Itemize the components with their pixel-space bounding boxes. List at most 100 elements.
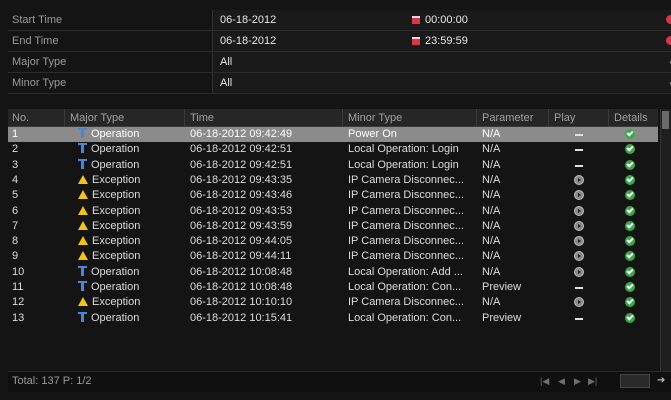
details-check-icon[interactable] bbox=[625, 266, 635, 277]
table-row[interactable]: 1 Operation 06-18-2012 09:42:49 Power On N/A bbox=[8, 127, 658, 142]
column-header-no[interactable]: No. bbox=[12, 112, 29, 124]
time-cell: 06-18-2012 09:42:49 bbox=[190, 128, 293, 140]
minor-type-cell: IP Camera Disconnec... bbox=[348, 189, 464, 202]
play-icon[interactable] bbox=[574, 251, 584, 262]
table-row[interactable]: 8 Exception 06-18-2012 09:44:05 IP Camera D… bbox=[8, 234, 658, 249]
column-header-time[interactable]: Time bbox=[190, 112, 214, 124]
search-filter-form: Start Time 06-18-2012 00:00:00 End Time … bbox=[8, 10, 671, 94]
clock-icon[interactable] bbox=[666, 36, 671, 45]
end-time-value[interactable]: 23:59:59 bbox=[425, 35, 468, 47]
column-header-play[interactable]: Play bbox=[554, 112, 575, 124]
details-check-icon[interactable] bbox=[625, 190, 635, 201]
play-icon[interactable] bbox=[574, 220, 584, 231]
time-cell: 06-18-2012 09:43:59 bbox=[190, 219, 293, 232]
parameter-cell: N/A bbox=[482, 250, 501, 263]
play-icon[interactable] bbox=[574, 266, 584, 277]
play-icon[interactable] bbox=[574, 205, 584, 216]
play-icon[interactable] bbox=[574, 297, 584, 308]
prev-page-icon[interactable]: ◀ bbox=[558, 376, 565, 387]
time-cell: 06-18-2012 09:44:11 bbox=[190, 250, 292, 263]
table-row[interactable]: 5 Exception 06-18-2012 09:43:46 IP Camera D… bbox=[8, 188, 658, 203]
warning-icon bbox=[78, 251, 88, 261]
details-check-icon[interactable] bbox=[625, 144, 635, 155]
table-row[interactable]: 12 Exception 06-18-2012 10:10:10 IP Camera … bbox=[8, 295, 658, 310]
table-row[interactable]: 10 Operation 06-18-2012 10:08:48 Local Oper… bbox=[8, 265, 658, 280]
table-row[interactable]: 6 Exception 06-18-2012 09:43:53 IP Camera D… bbox=[8, 204, 658, 219]
table-row[interactable]: 11 Operation 06-18-2012 10:08:48 Local Oper… bbox=[8, 280, 658, 295]
operation-icon bbox=[78, 265, 87, 276]
parameter-cell: N/A bbox=[482, 235, 501, 248]
play-icon[interactable] bbox=[574, 190, 584, 201]
details-check-icon[interactable] bbox=[625, 129, 635, 139]
details-check-icon[interactable] bbox=[625, 236, 635, 247]
row-number: 10 bbox=[12, 265, 25, 278]
calendar-icon[interactable] bbox=[412, 37, 420, 45]
parameter-cell: N/A bbox=[482, 189, 501, 202]
parameter-cell: Preview bbox=[482, 311, 522, 324]
minor-type-select[interactable] bbox=[212, 73, 671, 93]
scrollbar-thumb[interactable] bbox=[662, 111, 669, 129]
details-check-icon[interactable] bbox=[625, 251, 635, 262]
details-check-icon[interactable] bbox=[625, 174, 635, 185]
parameter-cell: N/A bbox=[482, 173, 501, 186]
column-divider bbox=[476, 109, 477, 126]
column-header-major-type[interactable]: Major Type bbox=[70, 112, 124, 124]
major-type-cell: Exception bbox=[78, 174, 183, 186]
no-playback-icon bbox=[575, 149, 583, 152]
time-cell: 06-18-2012 10:08:48 bbox=[190, 281, 293, 293]
column-header-details[interactable]: Details bbox=[614, 112, 648, 124]
details-check-icon[interactable] bbox=[625, 282, 635, 292]
play-icon[interactable] bbox=[574, 236, 584, 247]
row-number: 1 bbox=[12, 128, 19, 140]
next-page-icon[interactable]: ▶ bbox=[574, 376, 581, 387]
row-number: 12 bbox=[12, 296, 25, 309]
major-type-cell: Operation bbox=[78, 143, 183, 155]
table-row[interactable]: 7 Exception 06-18-2012 09:43:59 IP Camera D… bbox=[8, 219, 658, 234]
row-number: 6 bbox=[12, 204, 19, 217]
minor-type-cell: IP Camera Disconnec... bbox=[348, 296, 464, 309]
row-number: 5 bbox=[12, 189, 19, 202]
details-check-icon[interactable] bbox=[625, 312, 635, 323]
row-number: 4 bbox=[12, 173, 19, 186]
operation-icon bbox=[78, 158, 87, 169]
details-check-icon[interactable] bbox=[625, 220, 635, 231]
table-header: No. Major Type Time Minor Type Parameter… bbox=[8, 109, 658, 127]
end-date-value[interactable]: 06-18-2012 bbox=[220, 35, 276, 47]
last-page-icon[interactable]: ▶| bbox=[588, 376, 597, 387]
major-type-value[interactable]: All bbox=[220, 56, 232, 68]
table-row[interactable]: 3 Operation 06-18-2012 09:42:51 Local Opera… bbox=[8, 158, 658, 173]
major-type-text: Exception bbox=[92, 235, 141, 248]
calendar-icon[interactable] bbox=[412, 16, 420, 24]
time-cell: 06-18-2012 09:43:35 bbox=[190, 173, 293, 186]
first-page-icon[interactable]: |◀ bbox=[540, 376, 549, 387]
start-time-value[interactable]: 00:00:00 bbox=[425, 14, 468, 26]
warning-icon bbox=[78, 220, 88, 230]
table-row[interactable]: 4 Exception 06-18-2012 09:43:35 IP Camera D… bbox=[8, 173, 658, 188]
parameter-cell: N/A bbox=[482, 204, 501, 217]
details-check-icon[interactable] bbox=[625, 159, 635, 170]
column-divider bbox=[608, 109, 609, 126]
table-row[interactable]: 13 Operation 06-18-2012 10:15:41 Local Oper… bbox=[8, 311, 658, 326]
column-divider bbox=[342, 109, 343, 126]
major-type-text: Exception bbox=[92, 296, 141, 309]
details-check-icon[interactable] bbox=[625, 205, 635, 216]
major-type-cell: Operation bbox=[78, 265, 183, 278]
time-cell: 06-18-2012 09:44:05 bbox=[190, 235, 293, 248]
row-number: 3 bbox=[12, 158, 19, 171]
details-check-icon[interactable] bbox=[625, 297, 635, 308]
major-type-select[interactable] bbox=[212, 52, 671, 72]
go-arrow-icon[interactable]: ➔ bbox=[657, 375, 665, 386]
clock-icon[interactable] bbox=[666, 15, 671, 24]
column-header-minor-type[interactable]: Minor Type bbox=[348, 112, 402, 124]
table-scrollbar[interactable] bbox=[660, 109, 671, 371]
column-header-parameter[interactable]: Parameter bbox=[482, 112, 533, 124]
minor-type-value[interactable]: All bbox=[220, 77, 232, 89]
table-footer: Total: 137 P: 1/2 |◀ ◀ ▶ ▶| ➔ bbox=[8, 371, 671, 392]
table-row[interactable]: 2 Operation 06-18-2012 09:42:51 Local Opera… bbox=[8, 142, 658, 157]
minor-type-cell: Power On bbox=[348, 128, 397, 140]
start-date-value[interactable]: 06-18-2012 bbox=[220, 14, 276, 26]
table-row[interactable]: 9 Exception 06-18-2012 09:44:11 IP Camera D… bbox=[8, 249, 658, 264]
minor-type-cell: IP Camera Disconnec... bbox=[348, 250, 464, 263]
play-icon[interactable] bbox=[574, 174, 584, 185]
page-number-input[interactable] bbox=[620, 374, 650, 388]
